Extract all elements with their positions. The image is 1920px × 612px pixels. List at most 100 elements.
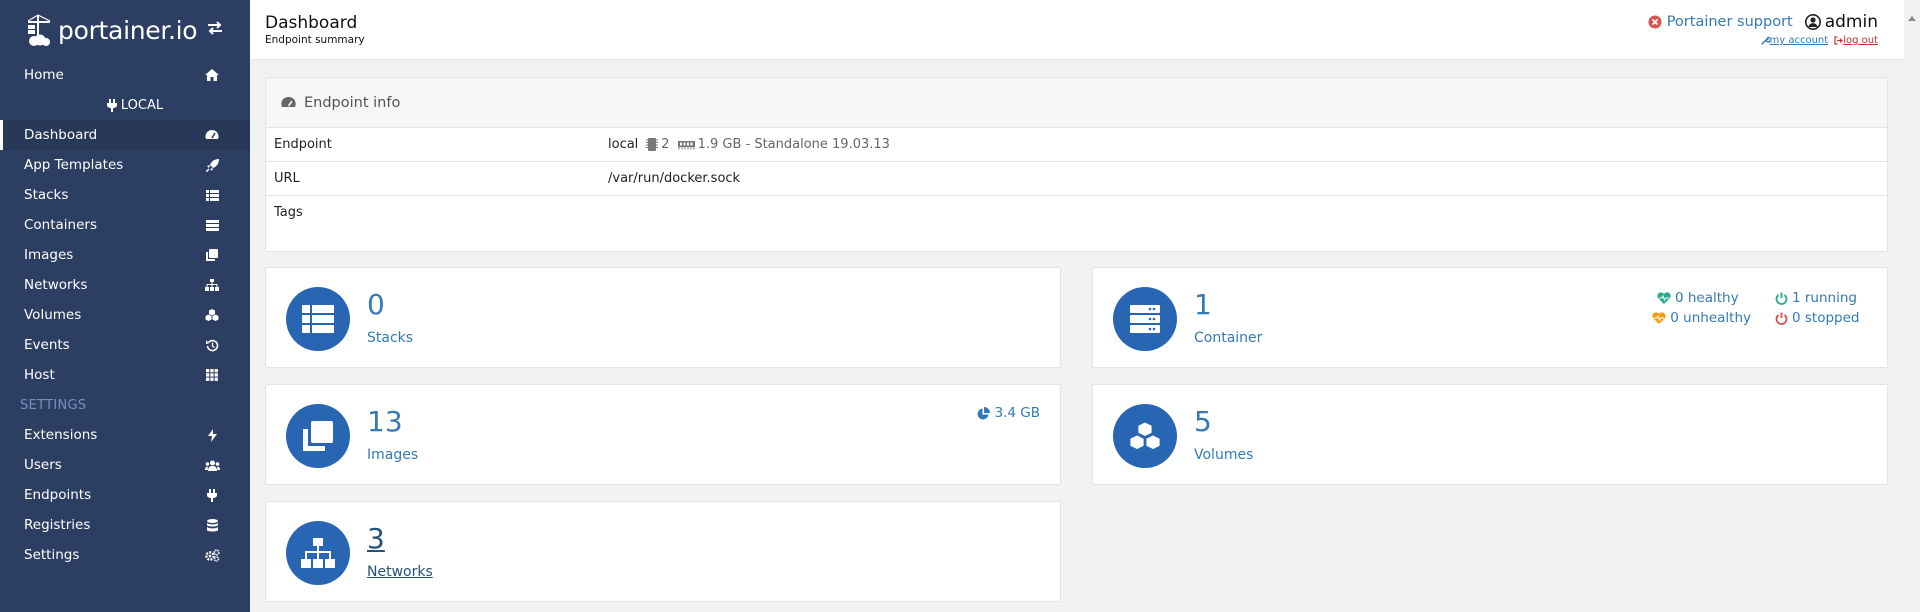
cubes-icon (204, 307, 220, 323)
volumes-tile-icon (1113, 404, 1177, 468)
page-scrollbar[interactable] (1904, 0, 1920, 612)
sidebar-item-registries[interactable]: Registries (0, 510, 250, 540)
images-tile[interactable]: 13 Images 3.4 GB (265, 384, 1061, 485)
networks-tile[interactable]: 3 Networks (265, 501, 1061, 602)
networks-count: 3 (367, 522, 385, 555)
endpoint-name-label: LOCAL (120, 97, 164, 113)
users-icon (204, 457, 220, 473)
dashboard-tiles: 0 Stacks 1 Container 0 healthy 1 running (265, 267, 1888, 607)
brand: portainer.io (0, 0, 250, 60)
user-circle-icon (1804, 14, 1821, 30)
sidebar-item-label: Images (24, 247, 74, 263)
sidebar-item-volumes[interactable]: Volumes (0, 300, 250, 330)
plug-icon (106, 98, 117, 112)
images-label: Images (367, 447, 419, 463)
images-tile-icon (286, 404, 350, 468)
portainer-support-link[interactable]: Portainer support (1648, 14, 1793, 30)
tachometer-icon (204, 127, 220, 143)
wrench-icon (1760, 36, 1770, 45)
containers-count: 1 (1194, 288, 1212, 321)
stacks-tile-icon (286, 287, 350, 351)
cpu-count: 2 (646, 137, 670, 152)
scroll-up-icon[interactable] (1908, 6, 1916, 25)
images-size-stat: 3.4 GB (977, 405, 1040, 421)
sidebar-item-label: Dashboard (24, 127, 98, 143)
bolt-icon (204, 427, 220, 443)
sidebar-nav: Home LOCAL Dashboard App Templates Stack… (0, 60, 250, 570)
sidebar-item-app-templates[interactable]: App Templates (0, 150, 250, 180)
brand-name: portainer.io (58, 15, 198, 45)
power-off-icon (1775, 312, 1788, 325)
page-subtitle: Endpoint summary (265, 34, 365, 46)
table-row: Tags (266, 195, 1887, 251)
sidebar-item-extensions[interactable]: Extensions (0, 420, 250, 450)
running-stat: 1 running (1775, 288, 1869, 308)
sidebar-item-label: Events (24, 337, 70, 353)
sitemap-icon (301, 538, 335, 568)
endpoint-info-header: Endpoint info (266, 78, 1887, 128)
log-out-label: log out (1843, 35, 1878, 46)
power-off-icon (1775, 292, 1788, 305)
sidebar-item-networks[interactable]: Networks (0, 270, 250, 300)
life-ring-icon (1648, 15, 1662, 29)
networks-tile-icon (286, 521, 350, 585)
database-icon (204, 517, 220, 533)
portainer-logo[interactable]: portainer.io (24, 13, 198, 47)
memory-icon (677, 140, 695, 149)
heartbeat-icon (1657, 292, 1671, 304)
stacks-tile[interactable]: 0 Stacks (265, 267, 1061, 368)
sidebar-item-dashboard[interactable]: Dashboard (0, 120, 250, 150)
endpoint-key: Endpoint (274, 137, 332, 152)
sign-out-icon (1834, 36, 1844, 45)
sidebar-item-home[interactable]: Home (0, 60, 250, 90)
log-out-link[interactable]: log out (1834, 35, 1878, 46)
sidebar-item-endpoints[interactable]: Endpoints (0, 480, 250, 510)
sidebar-item-stacks[interactable]: Stacks (0, 180, 250, 210)
my-account-link[interactable]: my account (1760, 35, 1829, 46)
stacks-label: Stacks (367, 330, 414, 346)
volumes-count: 5 (1194, 405, 1212, 438)
endpoint-info-title: Endpoint info (304, 94, 401, 111)
sidebar-item-settings[interactable]: Settings (0, 540, 250, 570)
memory-info: 1.9 GB - Standalone 19.03.13 (677, 137, 890, 152)
page-header: Dashboard Endpoint summary Portainer sup… (250, 0, 1920, 60)
portainer-crane-icon (27, 14, 51, 46)
cubes-icon (1129, 422, 1161, 450)
home-icon (204, 67, 220, 83)
th-list-icon (302, 305, 334, 333)
heartbeat-icon (1652, 312, 1666, 324)
sidebar-item-label: Users (24, 457, 62, 473)
sidebar-item-containers[interactable]: Containers (0, 210, 250, 240)
main-content: Endpoint info Endpoint local 2 1.9 GB - … (265, 77, 1888, 607)
sidebar-item-label: Home (24, 67, 64, 83)
server-icon (1130, 305, 1160, 333)
my-account-label: my account (1769, 35, 1829, 46)
tags-key: Tags (274, 205, 303, 220)
volumes-label: Volumes (1194, 447, 1254, 463)
table-row: Endpoint local 2 1.9 GB - Standalone 19.… (266, 128, 1887, 161)
sidebar-item-users[interactable]: Users (0, 450, 250, 480)
containers-label: Container (1194, 330, 1263, 346)
sidebar-item-images[interactable]: Images (0, 240, 250, 270)
endpoint-info-widget: Endpoint info Endpoint local 2 1.9 GB - … (265, 77, 1888, 252)
sidebar-item-label: Containers (24, 217, 98, 233)
th-icon (204, 367, 220, 383)
username-label: admin (1824, 12, 1878, 32)
sidebar-item-host[interactable]: Host (0, 360, 250, 390)
sidebar-item-events[interactable]: Events (0, 330, 250, 360)
images-count: 13 (367, 405, 403, 438)
cogs-icon (204, 547, 220, 563)
sidebar-item-label: Extensions (24, 427, 98, 443)
user-menu: Portainer support admin my account log o… (1648, 12, 1878, 46)
stopped-stat: 0 stopped (1775, 308, 1869, 328)
sidebar-item-label: Settings (24, 547, 80, 563)
sidebar: portainer.io Home LOCAL Dashboard App Te… (0, 0, 250, 612)
volumes-tile[interactable]: 5 Volumes (1092, 384, 1888, 485)
clone-icon (204, 247, 220, 263)
container-stats: 0 healthy 1 running 0 unhealthy 0 stoppe… (1652, 288, 1869, 328)
table-row: URL /var/run/docker.sock (266, 161, 1887, 195)
endpoint-value: local (608, 137, 639, 152)
plug-icon (204, 487, 220, 503)
containers-tile[interactable]: 1 Container 0 healthy 1 running 0 unheal… (1092, 267, 1888, 368)
sidebar-toggle-icon[interactable] (206, 20, 224, 40)
